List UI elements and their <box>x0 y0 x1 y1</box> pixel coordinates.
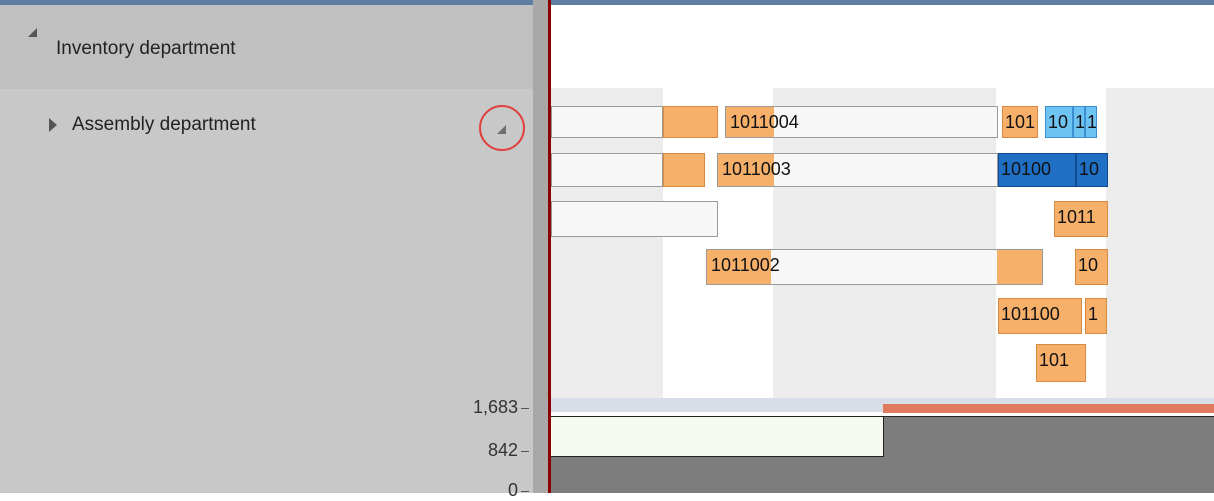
gantt-chart-area[interactable]: 1011004 101 10 1 1 1011003 10100 10 1011… <box>551 5 1214 493</box>
y-tick-mark <box>521 491 529 492</box>
load-area <box>551 457 883 493</box>
tree-item-label: Assembly department <box>72 114 256 135</box>
task-label: 101 <box>1005 112 1036 132</box>
task-bar[interactable]: 1 <box>1085 106 1097 138</box>
task-label: 1011003 <box>722 159 791 179</box>
task-bar[interactable]: 1 <box>1073 106 1085 138</box>
task-bar[interactable]: 10 <box>1045 106 1073 138</box>
task-bar[interactable]: 101100 <box>998 298 1082 334</box>
task-label: 1011004 <box>730 112 799 132</box>
y-tick-mark <box>521 408 529 409</box>
collapsed-triangle-icon[interactable] <box>49 118 57 132</box>
task-label: 10100 <box>1001 159 1052 179</box>
task-bar[interactable]: 101 <box>1036 344 1086 382</box>
expanded-triangle-icon[interactable] <box>28 28 37 37</box>
task-bar[interactable] <box>551 153 663 187</box>
task-bar[interactable] <box>551 201 718 237</box>
group-label: Inventory department <box>56 38 236 59</box>
task-label: 10 <box>1078 255 1099 275</box>
task-bar[interactable] <box>663 153 705 187</box>
date-divider <box>717 5 719 17</box>
y-tick-mark <box>521 451 529 452</box>
y-tick-label: 842 <box>487 440 518 460</box>
load-area-light <box>551 417 884 457</box>
task-label: 101100 <box>1001 304 1060 324</box>
task-bar-1011004[interactable]: 1011004 <box>725 106 998 138</box>
task-label: 1011002 <box>711 255 780 275</box>
load-area <box>883 417 1214 493</box>
collapse-toggle-button[interactable] <box>479 105 525 151</box>
task-bar[interactable] <box>663 106 718 138</box>
non-working-band <box>1106 88 1214 399</box>
task-bar[interactable]: 10 <box>1076 153 1108 187</box>
task-bar[interactable] <box>551 106 663 138</box>
panel-splitter[interactable] <box>533 0 548 493</box>
task-label: 1 <box>1088 304 1099 324</box>
task-bar[interactable]: 1011 <box>1054 201 1108 237</box>
y-tick-label: 1,683 <box>472 397 518 417</box>
overload-indicator <box>883 404 1214 413</box>
task-label: 10 <box>1079 159 1100 179</box>
current-time-marker <box>548 0 551 493</box>
tree-group-inventory-department[interactable]: Inventory department <box>0 5 533 89</box>
task-label: 10 <box>1048 112 1069 132</box>
task-bar-1011003[interactable]: 1011003 <box>717 153 998 187</box>
task-label: 101 <box>1039 350 1070 370</box>
collapse-triangle-icon <box>497 125 506 134</box>
tree-item-assembly-department[interactable]: Assembly department <box>0 89 533 161</box>
date-divider <box>883 5 885 17</box>
task-label: 1 <box>1087 112 1097 132</box>
task-bar[interactable]: 10 <box>1075 249 1108 285</box>
date-divider <box>1049 5 1051 17</box>
task-bar[interactable]: 101 <box>1002 106 1038 138</box>
task-bar[interactable]: 1 <box>1085 298 1107 334</box>
y-tick-label: 0 <box>507 480 518 500</box>
task-bar-1011002[interactable]: 1011002 <box>706 249 1043 285</box>
task-bar[interactable]: 10100 <box>998 153 1076 187</box>
task-label: 1 <box>1075 112 1085 132</box>
task-label: 1011 <box>1057 207 1096 227</box>
